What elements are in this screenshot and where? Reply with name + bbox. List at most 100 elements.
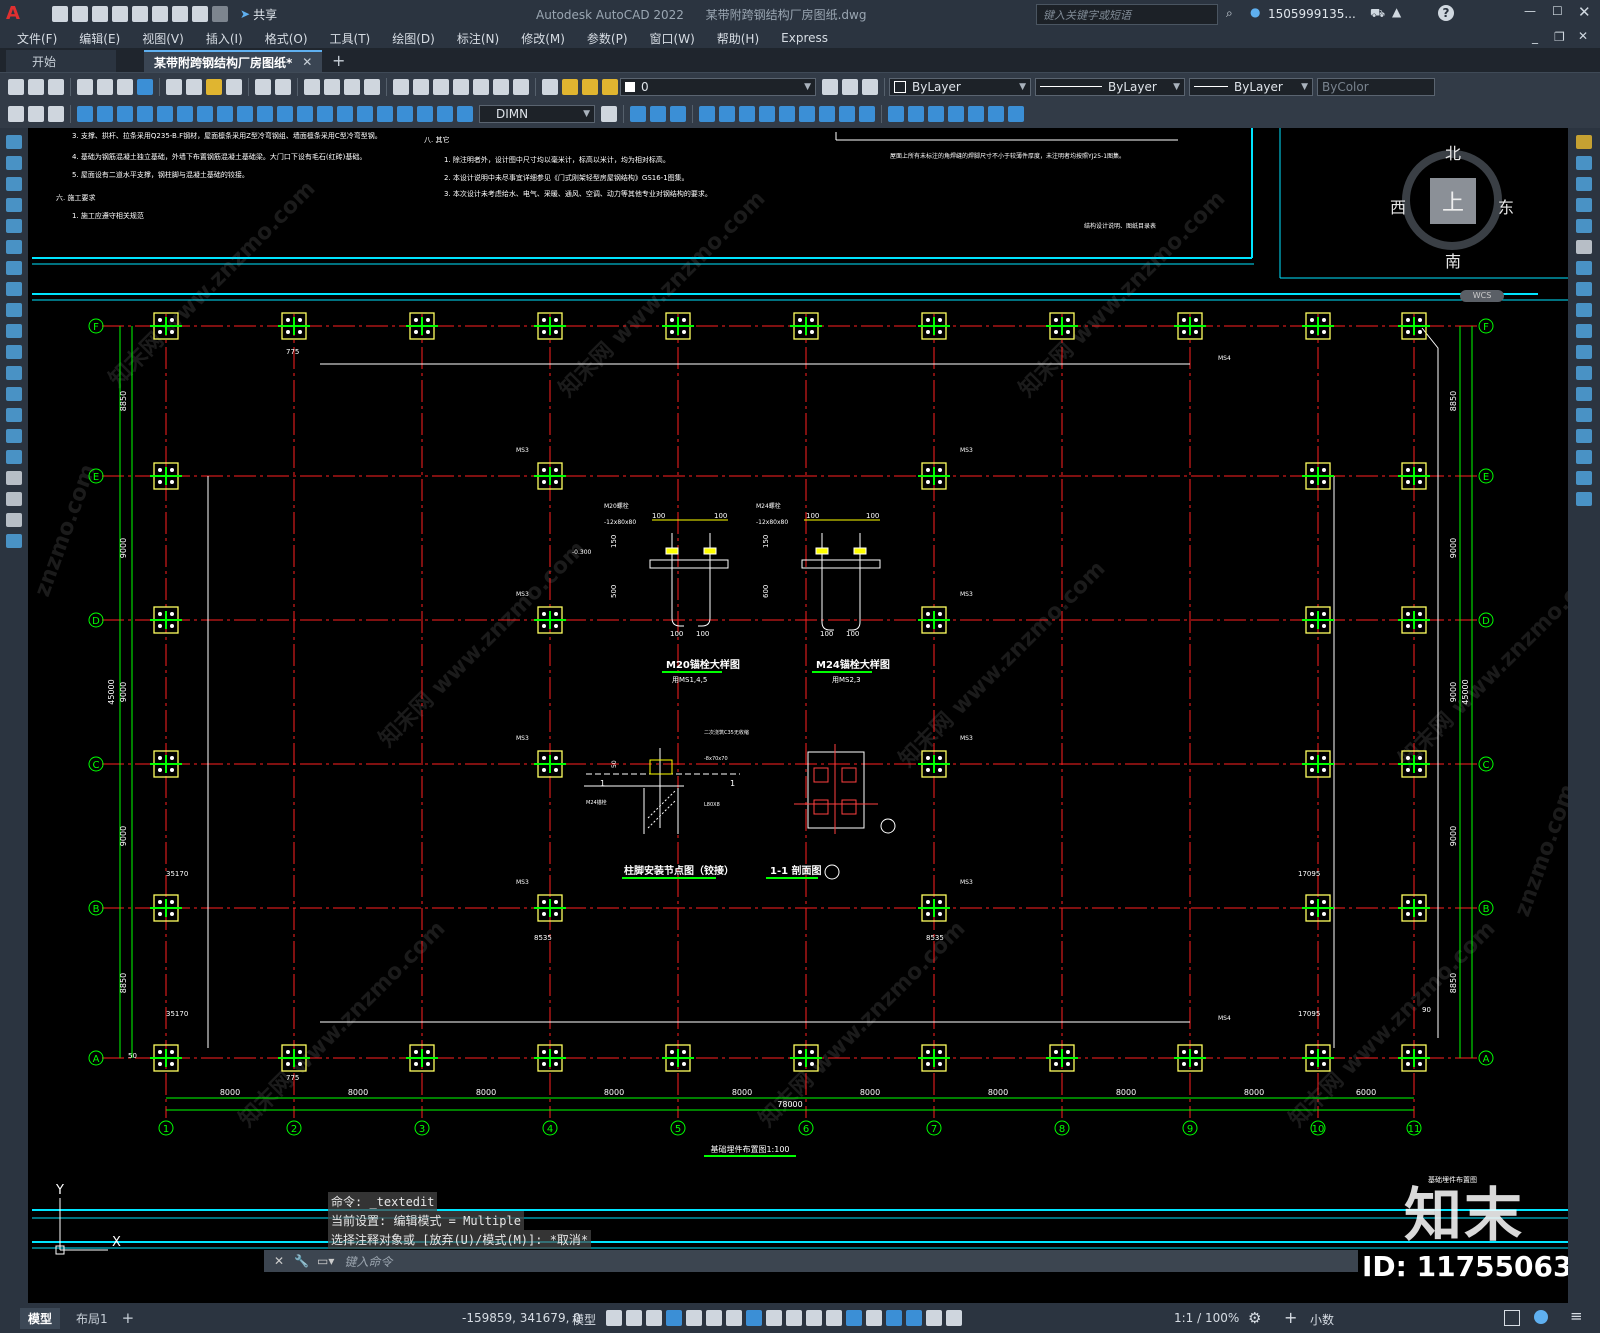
dimstyle-dropdown[interactable]: DIMN ▼ (479, 105, 595, 123)
tool-palettes-icon[interactable] (433, 78, 449, 95)
break-at-point-icon[interactable] (1576, 366, 1592, 380)
polygon-icon[interactable] (6, 198, 22, 212)
3dprint-icon[interactable] (137, 78, 153, 95)
customize-wrench-icon[interactable]: 🔧 (294, 1254, 309, 1268)
dim-baseline-icon[interactable] (257, 106, 273, 122)
autodesk-a360-icon[interactable]: ▲ (1392, 5, 1401, 19)
copy-object-icon[interactable] (1576, 156, 1592, 170)
move-3d-icon[interactable] (719, 106, 735, 122)
table-icon[interactable] (6, 492, 22, 506)
grid-icon[interactable] (606, 1310, 622, 1326)
match-properties-icon[interactable] (226, 78, 242, 95)
new-tab-icon[interactable]: + (332, 51, 345, 70)
gizmo-icon[interactable] (886, 1310, 902, 1326)
snap-icon[interactable] (626, 1310, 642, 1326)
ellipse-arc-icon[interactable] (6, 345, 22, 359)
auto-scale-icon[interactable] (926, 1310, 942, 1326)
quick-properties-icon[interactable] (1504, 1310, 1520, 1326)
design-center-icon[interactable] (413, 78, 429, 95)
markup-icon[interactable] (473, 78, 489, 95)
tab-start[interactable]: 开始 (6, 50, 116, 72)
copy-icon[interactable] (186, 78, 202, 95)
redo-icon[interactable] (212, 6, 228, 22)
undo-tool-icon[interactable] (255, 78, 271, 95)
extract-edges-icon[interactable] (968, 106, 984, 122)
selection-filter-icon[interactable] (866, 1310, 882, 1326)
dim-aligned-icon[interactable] (97, 106, 113, 122)
doc-close-icon[interactable]: ✕ (1578, 29, 1588, 43)
stretch-icon[interactable] (1576, 303, 1592, 317)
line-icon[interactable] (6, 135, 22, 149)
mleader-icon[interactable] (28, 106, 44, 122)
point-icon[interactable] (6, 408, 22, 422)
scale-icon[interactable] (1576, 282, 1592, 296)
polyline-icon[interactable] (6, 177, 22, 191)
plot-icon[interactable] (172, 6, 188, 22)
tolerance-icon[interactable] (337, 106, 353, 122)
viewcube-south[interactable]: 南 (1445, 248, 1461, 272)
break-icon[interactable] (1576, 387, 1592, 401)
open-file-icon[interactable] (72, 6, 88, 22)
dim-angular-icon[interactable] (217, 106, 233, 122)
mirror-icon[interactable] (1576, 177, 1592, 191)
layer-previous-icon[interactable] (842, 78, 858, 95)
imprint-icon[interactable] (988, 106, 1004, 122)
move-icon[interactable] (1576, 240, 1592, 254)
ucs-previous-icon[interactable] (670, 106, 686, 122)
qsave-icon[interactable] (48, 78, 64, 95)
command-recent-icon[interactable]: ▭▾ (317, 1254, 334, 1268)
dim-break-icon[interactable] (317, 106, 333, 122)
rotate-3d-icon[interactable] (739, 106, 755, 122)
subtract-icon[interactable] (908, 106, 924, 122)
annotation-visibility-icon[interactable] (906, 1310, 922, 1326)
share-button[interactable]: ➤ 共享 (240, 6, 277, 23)
help-icon[interactable]: ? (1438, 5, 1454, 21)
tab-active-drawing[interactable]: 某带附跨钢结构厂房图纸* ✕ (144, 50, 322, 72)
hatch-icon[interactable] (6, 429, 22, 443)
erase-icon[interactable] (1576, 135, 1592, 149)
union-icon[interactable] (888, 106, 904, 122)
shell-icon[interactable] (1008, 106, 1024, 122)
properties-icon[interactable] (393, 78, 409, 95)
print-icon[interactable] (77, 78, 93, 95)
tab-layout1[interactable]: 布局1 (68, 1308, 116, 1329)
coordinates-readout[interactable]: -159859, 341679, 0 (462, 1311, 581, 1325)
blend-curves-icon[interactable] (1576, 471, 1592, 485)
menu-insert[interactable]: 插入(I) (195, 30, 254, 47)
dim-diameter-icon[interactable] (197, 106, 213, 122)
mtext-icon[interactable] (6, 513, 22, 527)
qnew-icon[interactable] (8, 78, 24, 95)
cut-icon[interactable] (166, 78, 182, 95)
help-tool-icon[interactable] (513, 78, 529, 95)
menu-tools[interactable]: 工具(T) (319, 30, 382, 47)
menu-view[interactable]: 视图(V) (131, 30, 195, 47)
add-layout-icon[interactable]: + (122, 1309, 135, 1327)
jogged-linear-icon[interactable] (397, 106, 413, 122)
layer-on-icon[interactable] (562, 78, 578, 95)
menu-parametric[interactable]: 参数(P) (576, 30, 639, 47)
extrude-icon[interactable] (799, 106, 815, 122)
pan-icon[interactable] (304, 78, 320, 95)
center-mark-icon[interactable] (357, 106, 373, 122)
tab-model[interactable]: 模型 (20, 1307, 61, 1329)
layer-properties-icon[interactable] (542, 78, 558, 95)
dim-linear-icon[interactable] (77, 106, 93, 122)
save-as-icon[interactable] (112, 6, 128, 22)
chamfer-icon[interactable] (1576, 429, 1592, 443)
make-block-icon[interactable] (6, 387, 22, 401)
arc-icon[interactable] (6, 240, 22, 254)
viewcube-top-face[interactable]: 上 (1430, 178, 1476, 224)
lineweight-dropdown[interactable]: ByLayer ▼ (1189, 77, 1313, 96)
clean-screen-icon[interactable] (1534, 1310, 1548, 1324)
dim-arc-icon[interactable] (117, 106, 133, 122)
infer-constraints-icon[interactable] (646, 1310, 662, 1326)
menu-window[interactable]: 窗口(W) (639, 30, 706, 47)
units-readout[interactable]: 小数 (1310, 1311, 1334, 1328)
mirror-3d-icon[interactable] (759, 106, 775, 122)
close-icon[interactable]: ✕ (1578, 3, 1591, 21)
doc-restore-icon[interactable]: ❐ (1554, 30, 1565, 44)
3d-osnap-icon[interactable] (826, 1310, 842, 1326)
annotation-scale-icon[interactable] (946, 1310, 962, 1326)
new-file-icon[interactable] (52, 6, 68, 22)
leader-icon[interactable] (8, 106, 24, 122)
